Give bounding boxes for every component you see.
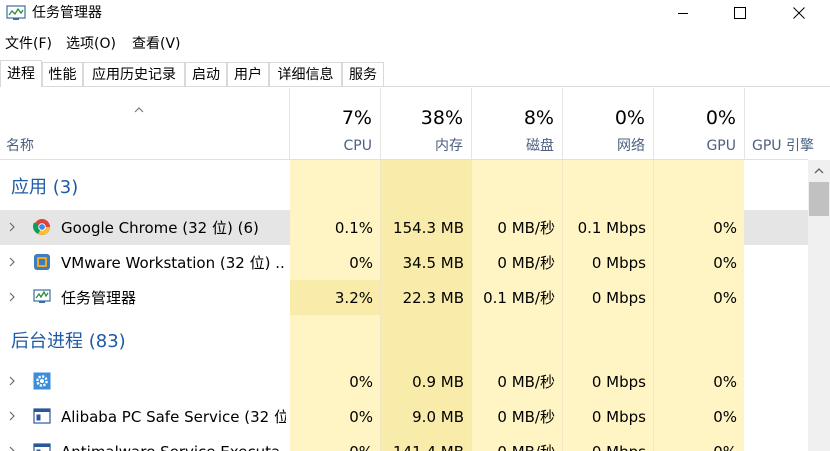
cpu-value: 0% xyxy=(349,254,373,272)
disk-value: 0 MB/秒 xyxy=(472,442,555,451)
process-row[interactable]: 0% 0.9 MB 0 MB/秒 0 Mbps 0% xyxy=(0,364,808,399)
close-icon xyxy=(793,7,805,19)
disk-value: 0.1 MB/秒 xyxy=(483,289,555,307)
task-manager-icon xyxy=(6,5,26,20)
process-name: 任务管理器 xyxy=(61,289,137,307)
column-header: 名称 7% CPU 38% 内存 8% 磁盘 0% 网络 0% GPU GPU … xyxy=(0,88,830,160)
process-row[interactable]: Alibaba PC Safe Service (32 位) 0% 9.0 MB… xyxy=(0,399,808,434)
process-row[interactable]: 任务管理器 3.2% 22.3 MB 0.1 MB/秒 0 Mbps 0% xyxy=(0,280,808,315)
cpu-value: 0% xyxy=(349,408,373,426)
column-disk[interactable]: 磁盘 xyxy=(472,137,554,155)
gpu-value: 0% xyxy=(713,254,737,272)
chevron-right-icon[interactable] xyxy=(8,445,16,451)
disk-value: 0 MB/秒 xyxy=(497,373,555,391)
network-value: 0 Mbps xyxy=(591,254,646,272)
column-memory[interactable]: 内存 xyxy=(381,137,463,155)
column-cpu[interactable]: CPU xyxy=(290,137,372,155)
memory-value: 22.3 MB xyxy=(402,289,464,307)
gpu-total: 0% xyxy=(705,107,736,129)
process-name: Alibaba PC Safe Service (32 位) xyxy=(61,408,286,426)
title-bar[interactable]: 任务管理器 xyxy=(0,0,830,29)
chevron-right-icon[interactable] xyxy=(8,221,16,233)
tab-processes[interactable]: 进程 xyxy=(0,60,42,87)
gpu-value: 0% xyxy=(713,219,737,237)
maximize-button[interactable] xyxy=(717,0,763,26)
sort-ascending-icon xyxy=(134,107,144,113)
process-name: VMware Workstation (32 位) ... xyxy=(61,254,286,272)
chevron-right-icon[interactable] xyxy=(8,256,16,268)
chevron-right-icon[interactable] xyxy=(8,291,16,303)
gpu-value: 0% xyxy=(713,373,737,391)
task-manager-icon xyxy=(33,289,51,303)
menu-bar: 文件(F) 选项(O) 查看(V) xyxy=(0,33,830,55)
process-row[interactable]: VMware Workstation (32 位) ... 0% 34.5 MB… xyxy=(0,245,808,280)
memory-value: 154.3 MB xyxy=(393,219,464,237)
disk-value: 0 MB/秒 xyxy=(497,408,555,426)
network-value: 0 Mbps xyxy=(591,373,646,391)
process-row[interactable]: Antimalware Service Executa... 0% 141.4 … xyxy=(0,434,808,451)
memory-total: 38% xyxy=(420,107,463,129)
service-window-icon xyxy=(33,408,51,424)
process-name: Google Chrome (32 位) (6) xyxy=(61,219,259,237)
column-name[interactable]: 名称 xyxy=(6,137,34,155)
disk-value: 0 MB/秒 xyxy=(497,254,555,272)
gpu-value: 0% xyxy=(713,289,737,307)
window-title: 任务管理器 xyxy=(32,5,102,21)
tab-details[interactable]: 详细信息 xyxy=(269,62,342,86)
network-value: 0 Mbps xyxy=(591,289,646,307)
column-gpu-engine[interactable]: GPU 引擎 xyxy=(745,137,825,155)
process-name: Antimalware Service Executa... xyxy=(61,442,286,451)
scroll-up-icon[interactable] xyxy=(812,166,826,176)
network-total: 0% xyxy=(614,107,645,129)
group-title-background[interactable]: 后台进程 (83) xyxy=(11,330,126,354)
menu-view[interactable]: 查看(V) xyxy=(132,35,181,53)
menu-file[interactable]: 文件(F) xyxy=(5,35,52,53)
minimize-button[interactable] xyxy=(660,0,706,26)
network-value: 0.1 Mbps xyxy=(577,219,646,237)
process-row[interactable]: Google Chrome (32 位) (6) 0.1% 154.3 MB 0… xyxy=(0,210,808,245)
memory-value: 0.9 MB xyxy=(412,373,464,391)
tab-startup[interactable]: 启动 xyxy=(185,62,227,86)
cpu-value: 0.1% xyxy=(334,219,373,237)
chrome-icon xyxy=(33,219,50,235)
service-window-icon xyxy=(33,443,51,451)
minimize-icon xyxy=(678,13,688,14)
network-value: 0 Mbps xyxy=(591,408,646,426)
menu-options[interactable]: 选项(O) xyxy=(66,35,116,53)
memory-value: 9.0 MB xyxy=(412,408,464,426)
group-title-apps[interactable]: 应用 (3) xyxy=(11,176,78,200)
column-gpu[interactable]: GPU xyxy=(654,137,736,155)
disk-total: 8% xyxy=(523,107,554,129)
disk-value: 0 MB/秒 xyxy=(497,219,555,237)
tab-bar: 进程 性能 应用历史记录 启动 用户 详细信息 服务 xyxy=(0,60,830,88)
cpu-value: 0% xyxy=(349,373,373,391)
chevron-right-icon[interactable] xyxy=(8,375,16,387)
network-value: 0 Mbps xyxy=(563,442,646,451)
row-hover-bg xyxy=(744,210,808,245)
tab-performance[interactable]: 性能 xyxy=(42,62,83,86)
tab-users[interactable]: 用户 xyxy=(227,62,269,86)
chevron-right-icon[interactable] xyxy=(8,410,16,422)
gear-icon xyxy=(33,372,51,390)
maximize-icon xyxy=(734,7,746,19)
memory-value: 141.4 MB xyxy=(381,442,464,451)
scrollbar-thumb[interactable] xyxy=(809,182,829,216)
vmware-icon xyxy=(34,254,50,270)
column-network[interactable]: 网络 xyxy=(563,137,645,155)
tab-services[interactable]: 服务 xyxy=(342,62,384,86)
gpu-value: 0% xyxy=(654,442,737,451)
tab-app-history[interactable]: 应用历史记录 xyxy=(83,62,185,86)
cpu-value: 0% xyxy=(290,442,373,451)
cpu-total: 7% xyxy=(341,107,372,129)
gpu-value: 0% xyxy=(713,408,737,426)
memory-value: 34.5 MB xyxy=(402,254,464,272)
cpu-value: 3.2% xyxy=(334,289,373,307)
close-button[interactable] xyxy=(776,0,822,26)
